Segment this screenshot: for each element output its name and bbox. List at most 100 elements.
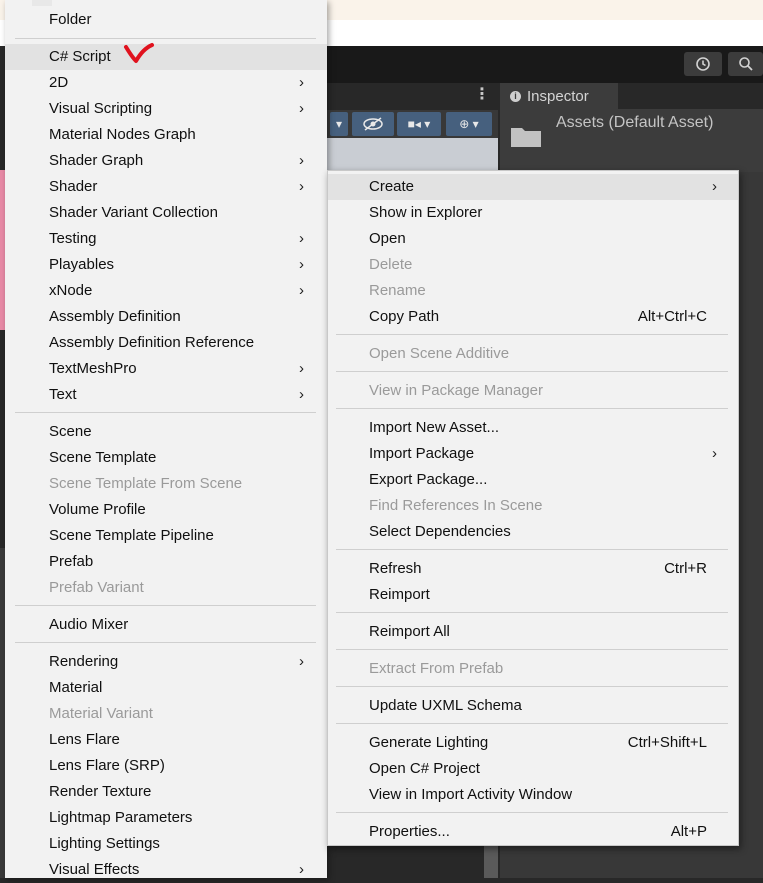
menu-item-shortcut: Alt+Ctrl+C <box>637 308 707 325</box>
menu-item-export-package[interactable]: Export Package... <box>328 467 738 493</box>
menu-separator <box>336 612 728 613</box>
menu-item-textmeshpro[interactable]: TextMeshPro › <box>5 356 327 382</box>
menu-item-scene[interactable]: Scene <box>5 419 327 445</box>
visibility-toggle-icon[interactable] <box>352 112 394 136</box>
menu-item-audio-mixer[interactable]: Audio Mixer <box>5 612 327 638</box>
menu-item-label: Prefab Variant <box>49 579 144 596</box>
menu-item-rendering[interactable]: Rendering › <box>5 649 327 675</box>
menu-item-render-texture[interactable]: Render Texture <box>5 779 327 805</box>
more-options-icon[interactable]: ⋮ <box>474 84 490 104</box>
menu-item-label: Shader Variant Collection <box>49 204 218 221</box>
menu-item-shader-variant-collection[interactable]: Shader Variant Collection <box>5 200 327 226</box>
menu-item-text[interactable]: Text › <box>5 382 327 408</box>
menu-separator <box>336 549 728 550</box>
menu-item-c-script[interactable]: C# Script <box>5 44 327 70</box>
menu-item-label: Volume Profile <box>49 501 146 518</box>
menu-item-extract-from-prefab: Extract From Prefab <box>328 656 738 682</box>
menu-item-scene-template[interactable]: Scene Template <box>5 445 327 471</box>
menu-item-2d[interactable]: 2D › <box>5 70 327 96</box>
menu-item-xnode[interactable]: xNode › <box>5 278 327 304</box>
menu-item-label: Export Package... <box>369 471 488 488</box>
dropdown-icon[interactable]: ▾ <box>330 112 348 136</box>
menu-cap <box>32 0 52 6</box>
menu-item-reimport-all[interactable]: Reimport All <box>328 619 738 645</box>
menu-item-prefab-variant: Prefab Variant <box>5 575 327 601</box>
red-checkmark <box>124 43 154 63</box>
menu-item-label: 2D <box>49 74 69 91</box>
menu-item-lens-flare[interactable]: Lens Flare <box>5 727 327 753</box>
menu-separator <box>15 412 316 413</box>
menu-item-shortcut: Ctrl+Shift+L <box>627 734 707 751</box>
create-submenu: Folder C# Script 2D › Visual Scripting › Mater… <box>5 0 327 878</box>
menu-item-import-new-asset[interactable]: Import New Asset... <box>328 415 738 441</box>
menu-item-assembly-definition[interactable]: Assembly Definition <box>5 304 327 330</box>
menu-item-label: Material Nodes Graph <box>49 126 196 143</box>
menu-item-properties[interactable]: Properties... Alt+P <box>328 819 738 845</box>
menu-item-generate-lighting[interactable]: Generate Lighting Ctrl+Shift+L <box>328 730 738 756</box>
menu-item-lightmap-parameters[interactable]: Lightmap Parameters <box>5 805 327 831</box>
menu-item-reimport[interactable]: Reimport <box>328 582 738 608</box>
menu-item-volume-profile[interactable]: Volume Profile <box>5 497 327 523</box>
menu-item-visual-scripting[interactable]: Visual Scripting › <box>5 96 327 122</box>
menu-item-testing[interactable]: Testing › <box>5 226 327 252</box>
menu-item-label: Lightmap Parameters <box>49 809 193 826</box>
menu-item-label: Material <box>49 679 103 696</box>
menu-item-shader-graph[interactable]: Shader Graph › <box>5 148 327 174</box>
context-menu: Create › Show in Explorer Open Delete Rename C… <box>327 170 739 846</box>
menu-item-folder[interactable]: Folder <box>5 7 327 33</box>
camera-icon[interactable]: ■◂ ▾ <box>397 112 441 136</box>
menu-item-open[interactable]: Open <box>328 226 738 252</box>
gizmo-icon[interactable]: ⊕ ▾ <box>446 112 492 136</box>
menu-item-refresh[interactable]: Refresh Ctrl+R <box>328 556 738 582</box>
tab-inspector[interactable]: i Inspector <box>500 83 618 109</box>
inspector-asset-title: Assets (Default Asset) <box>556 114 714 131</box>
menu-item-visual-effects[interactable]: Visual Effects › <box>5 857 327 883</box>
menu-item-shortcut: Alt+P <box>670 823 707 840</box>
menu-item-label: C# Script <box>49 48 111 65</box>
scrollbar[interactable] <box>484 846 498 878</box>
menu-item-label: Scene <box>49 423 92 440</box>
menu-item-label: TextMeshPro <box>49 360 137 377</box>
menu-item-label: Scene Template From Scene <box>49 475 243 492</box>
menu-item-label: Scene Template Pipeline <box>49 527 214 544</box>
menu-item-scene-template-pipeline[interactable]: Scene Template Pipeline <box>5 523 327 549</box>
menu-item-import-package[interactable]: Import Package › <box>328 441 738 467</box>
menu-item-update-uxml-schema[interactable]: Update UXML Schema <box>328 693 738 719</box>
menu-item-label: Lens Flare <box>49 731 120 748</box>
menu-item-view-in-import-activity-window[interactable]: View in Import Activity Window <box>328 782 738 808</box>
menu-separator <box>15 605 316 606</box>
menu-item-material[interactable]: Material <box>5 675 327 701</box>
menu-item-delete: Delete <box>328 252 738 278</box>
menu-item-playables[interactable]: Playables › <box>5 252 327 278</box>
menu-item-material-nodes-graph[interactable]: Material Nodes Graph <box>5 122 327 148</box>
menu-item-label: Import Package <box>369 445 475 462</box>
scene-view[interactable] <box>326 138 498 170</box>
menu-item-lighting-settings[interactable]: Lighting Settings <box>5 831 327 857</box>
menu-item-label: Shader <box>49 178 98 195</box>
chevron-right-icon: › <box>299 230 304 247</box>
menu-separator <box>336 686 728 687</box>
menu-item-label: Properties... <box>369 823 450 840</box>
history-button[interactable] <box>684 52 722 76</box>
chevron-right-icon: › <box>299 178 304 195</box>
menu-item-assembly-definition-reference[interactable]: Assembly Definition Reference <box>5 330 327 356</box>
menu-item-label: Prefab <box>49 553 94 570</box>
menu-item-label: Select Dependencies <box>369 523 511 540</box>
menu-item-open-c-project[interactable]: Open C# Project <box>328 756 738 782</box>
menu-separator <box>336 812 728 813</box>
search-button[interactable] <box>728 52 763 76</box>
menu-item-show-in-explorer[interactable]: Show in Explorer <box>328 200 738 226</box>
history-icon <box>696 57 710 71</box>
menu-item-copy-path[interactable]: Copy Path Alt+Ctrl+C <box>328 304 738 330</box>
menu-item-select-dependencies[interactable]: Select Dependencies <box>328 519 738 545</box>
menu-separator <box>336 371 728 372</box>
menu-item-label: Assembly Definition Reference <box>49 334 255 351</box>
menu-item-lens-flare-srp[interactable]: Lens Flare (SRP) <box>5 753 327 779</box>
menu-item-label: Open <box>369 230 406 247</box>
menu-separator <box>336 408 728 409</box>
menu-item-shader[interactable]: Shader › <box>5 174 327 200</box>
menu-item-prefab[interactable]: Prefab <box>5 549 327 575</box>
chevron-right-icon: › <box>299 152 304 169</box>
menu-item-create[interactable]: Create › <box>328 174 738 200</box>
scene-header <box>326 83 498 110</box>
